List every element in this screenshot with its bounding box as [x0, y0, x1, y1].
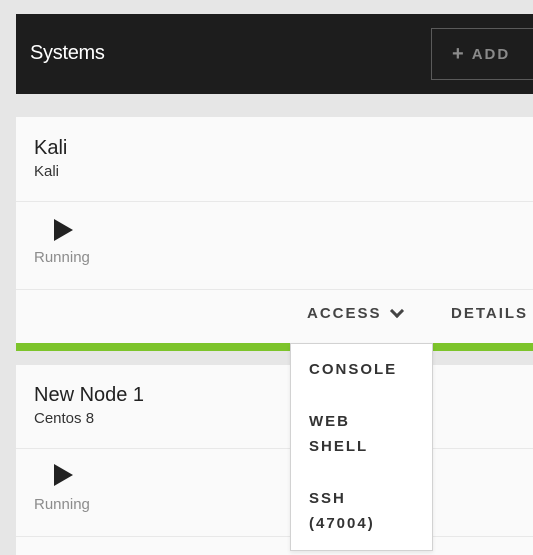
- card-status-row: Running: [16, 202, 533, 290]
- status-label: Running: [34, 496, 90, 513]
- add-system-button[interactable]: + ADD: [431, 28, 533, 80]
- play-icon[interactable]: [54, 219, 73, 241]
- menu-item-console[interactable]: CONSOLE: [309, 357, 397, 382]
- status-label: Running: [34, 249, 90, 266]
- system-name: Kali: [34, 137, 68, 159]
- system-card-new-node-1: New Node 1 Centos 8 Running: [16, 365, 533, 555]
- menu-item-label: (47004): [309, 515, 375, 532]
- system-os: Kali: [34, 163, 60, 180]
- add-button-label: ADD: [471, 45, 511, 63]
- page-title: Systems: [30, 42, 105, 64]
- system-name: New Node 1: [34, 384, 145, 406]
- card-header: Kali Kali: [16, 117, 533, 202]
- page-header: Systems + ADD: [16, 14, 533, 94]
- plus-icon: +: [452, 43, 464, 65]
- system-os: Centos 8: [34, 410, 95, 427]
- access-menu: CONSOLE WEB SHELL SSH (47004): [290, 343, 433, 551]
- menu-item-web-shell[interactable]: WEB SHELL: [309, 409, 368, 459]
- menu-item-label: WEB: [309, 413, 350, 430]
- card-status-row: Running: [16, 449, 533, 537]
- menu-item-label: SSH: [309, 490, 346, 507]
- details-button[interactable]: DETAILS: [451, 305, 528, 322]
- menu-item-label: SHELL: [309, 438, 369, 455]
- system-card-kali: Kali Kali Running ACCESS DETAILS: [16, 117, 533, 351]
- access-label: ACCESS: [307, 305, 382, 322]
- chevron-down-icon: [389, 303, 404, 319]
- menu-item-ssh[interactable]: SSH (47004): [309, 486, 375, 536]
- play-icon[interactable]: [54, 464, 73, 486]
- access-dropdown-toggle[interactable]: ACCESS: [307, 303, 404, 322]
- card-header: New Node 1 Centos 8: [16, 365, 533, 449]
